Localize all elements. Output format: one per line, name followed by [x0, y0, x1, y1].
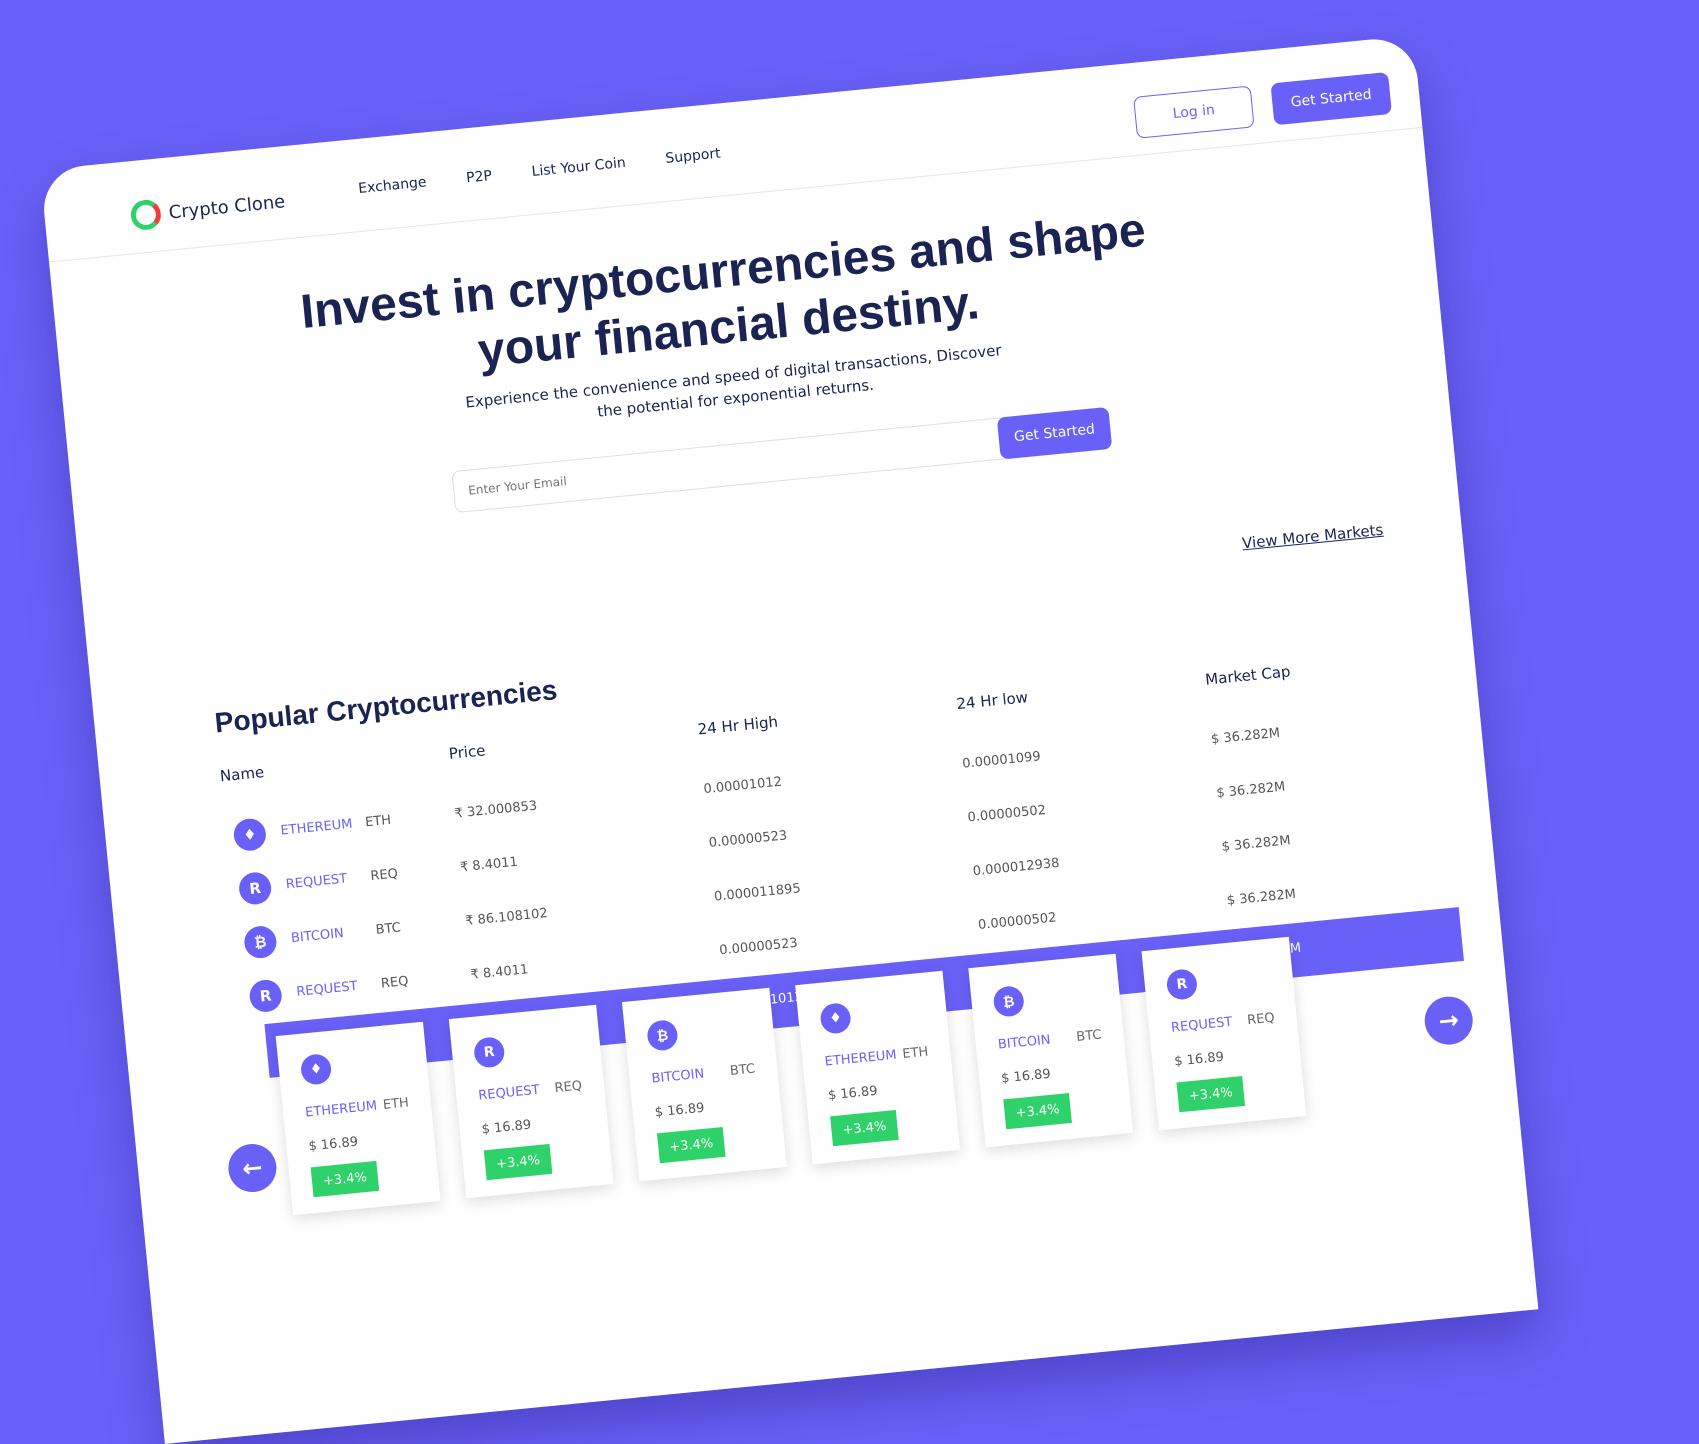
- coin-name: ETHEREUM: [279, 816, 354, 839]
- card-change-badge: +3.4%: [1003, 1092, 1072, 1130]
- card-change-badge: +3.4%: [656, 1126, 726, 1164]
- card-coin-price: $ 16.89: [307, 1134, 359, 1155]
- card-coin-symbol: REQ: [1246, 1010, 1276, 1029]
- coin-symbol: ETH: [364, 812, 392, 831]
- card-coin-price: $ 16.89: [654, 1100, 706, 1121]
- card-coin-name: REQUEST: [477, 1082, 541, 1104]
- coin-symbol: REQ: [369, 866, 399, 885]
- card-coin-price: $ 16.89: [481, 1117, 532, 1138]
- request-icon: R: [1165, 968, 1199, 1001]
- request-icon: R: [248, 978, 284, 1014]
- col-name: Name: [219, 763, 265, 786]
- arrow-right-icon: →: [1437, 1005, 1461, 1036]
- coin-symbol: BTC: [375, 920, 402, 938]
- card-change-badge: +3.4%: [1176, 1076, 1246, 1113]
- main-nav: Exchange P2P List Your Coin Support: [358, 146, 722, 197]
- coin-card[interactable]: ♦ ETHEREUM ETH $ 16.89 +3.4%: [275, 1021, 441, 1216]
- request-icon: R: [472, 1035, 506, 1069]
- coin-price: ₹ 32.000853: [454, 798, 538, 822]
- nav-exchange[interactable]: Exchange: [358, 174, 428, 197]
- col-market-cap: Market Cap: [1204, 662, 1292, 689]
- coin-symbol: REQ: [380, 973, 410, 992]
- coin-card[interactable]: ♦ ETHEREUM ETH $ 16.89 +3.4%: [795, 970, 961, 1165]
- coin-price: ₹ 8.4011: [469, 962, 529, 983]
- card-coin-name: BITCOIN: [997, 1032, 1052, 1053]
- card-coin-symbol: ETH: [901, 1044, 930, 1063]
- ethereum-icon: ♦: [299, 1052, 333, 1086]
- ethereum-icon: ♦: [232, 817, 268, 853]
- coin-name: REQUEST: [295, 978, 359, 1000]
- coin-market-cap: $ 36.282M: [1210, 725, 1281, 748]
- request-icon: R: [237, 870, 273, 906]
- bitcoin-icon: ₿: [242, 924, 278, 960]
- view-more-markets-link[interactable]: View More Markets: [1241, 521, 1384, 553]
- login-button[interactable]: Log in: [1133, 85, 1255, 139]
- coin-24h-low: 0.00000502: [977, 910, 1058, 934]
- brand-name: Crypto Clone: [167, 190, 287, 224]
- nav-list-your-coin[interactable]: List Your Coin: [531, 155, 626, 180]
- top-navbar: Crypto Clone Exchange P2P List Your Coin…: [40, 35, 1423, 263]
- coin-price: ₹ 86.108102: [464, 906, 549, 930]
- coin-24h-high: 0.00000523: [718, 935, 799, 959]
- carousel-prev-button[interactable]: ←: [226, 1141, 279, 1195]
- col-24h-high: 24 Hr High: [696, 712, 779, 739]
- card-coin-symbol: BTC: [729, 1061, 756, 1079]
- col-24h-low: 24 Hr low: [955, 688, 1029, 714]
- card-change-badge: +3.4%: [310, 1160, 380, 1198]
- coin-24h-high: 0.00001012: [702, 774, 783, 798]
- card-coin-name: BITCOIN: [650, 1066, 705, 1087]
- bitcoin-icon: ₿: [646, 1019, 679, 1052]
- ethereum-icon: ♦: [819, 1002, 852, 1035]
- nav-p2p[interactable]: P2P: [465, 168, 492, 186]
- bitcoin-icon: ₿: [992, 985, 1026, 1018]
- coin-card[interactable]: R REQUEST REQ $ 16.89 +3.4%: [1141, 936, 1307, 1131]
- card-coin-symbol: BTC: [1075, 1027, 1103, 1045]
- card-coin-symbol: ETH: [382, 1095, 410, 1113]
- section-title: Popular Cryptocurrencies: [213, 674, 559, 739]
- coin-market-cap: $ 36.282M: [1226, 886, 1297, 909]
- coin-price: ₹ 8.4011: [459, 854, 519, 876]
- coin-24h-low: 0.00001099: [961, 749, 1042, 772]
- nav-support[interactable]: Support: [665, 146, 722, 167]
- coin-24h-low: 0.000012938: [972, 855, 1061, 880]
- coin-24h-low: 0.00000502: [966, 802, 1047, 826]
- card-coin-price: $ 16.89: [827, 1083, 879, 1104]
- card-coin-price: $ 16.89: [1173, 1049, 1225, 1070]
- arrow-left-icon: ←: [241, 1153, 264, 1183]
- coin-24h-high: 0.000011895: [713, 881, 802, 905]
- card-coin-symbol: REQ: [553, 1078, 583, 1097]
- header-get-started-button[interactable]: Get Started: [1270, 72, 1392, 126]
- coin-24h-high: 0.00000523: [708, 828, 788, 851]
- coin-name: BITCOIN: [290, 926, 345, 947]
- card-coin-name: ETHEREUM: [304, 1098, 378, 1121]
- brand-logo[interactable]: Crypto Clone: [129, 186, 287, 232]
- coin-name: REQUEST: [285, 871, 348, 893]
- coin-market-cap: $ 36.282M: [1215, 779, 1286, 802]
- card-coin-price: $ 16.89: [1000, 1066, 1052, 1087]
- card-change-badge: +3.4%: [483, 1143, 553, 1181]
- email-input[interactable]: [451, 416, 1013, 514]
- col-price: Price: [448, 741, 487, 763]
- logo-ring-icon: [129, 198, 163, 232]
- hero-get-started-button[interactable]: Get Started: [996, 406, 1113, 460]
- carousel-next-button[interactable]: →: [1422, 994, 1475, 1047]
- coin-card[interactable]: ₿ BITCOIN BTC $ 16.89 +3.4%: [621, 987, 787, 1182]
- browser-screen: Crypto Clone Exchange P2P List Your Coin…: [40, 35, 1539, 1444]
- coin-card[interactable]: R REQUEST REQ $ 16.89 +3.4%: [448, 1004, 614, 1199]
- coin-card[interactable]: ₿ BITCOIN BTC $ 16.89 +3.4%: [968, 953, 1134, 1148]
- card-coin-name: ETHEREUM: [824, 1047, 898, 1070]
- card-change-badge: +3.4%: [830, 1109, 899, 1147]
- coin-market-cap: $ 36.282M: [1221, 833, 1292, 855]
- card-coin-name: REQUEST: [1170, 1014, 1233, 1036]
